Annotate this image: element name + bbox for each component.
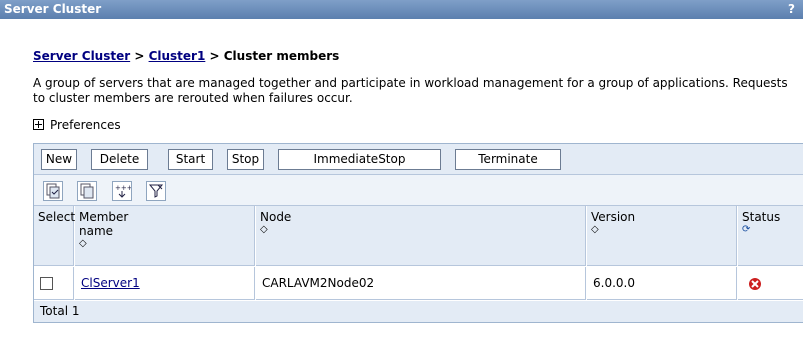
version-cell: 6.0.0.0	[587, 267, 737, 300]
svg-text:+++: +++	[115, 184, 131, 192]
help-icon[interactable]: ?	[788, 0, 795, 19]
member-name-cell: ClServer1	[75, 267, 255, 300]
column-header-select: Select	[34, 206, 75, 266]
breadcrumb-link-cluster1[interactable]: Cluster1	[149, 49, 206, 63]
column-header-status: Status ⟳	[738, 206, 803, 266]
sort-icon[interactable]: ◇	[79, 238, 250, 250]
sort-icon[interactable]: ◇	[260, 224, 581, 236]
row-select-checkbox[interactable]	[40, 277, 53, 290]
action-toolbar: New Delete Start Stop ImmediateStop Term…	[34, 144, 803, 175]
breadcrumb-current: Cluster members	[223, 49, 340, 63]
node-cell: CARLAVM2Node02	[256, 267, 586, 300]
status-header-label: Status	[742, 210, 781, 224]
breadcrumb-separator: >	[130, 49, 149, 63]
refresh-status-icon[interactable]: ⟳	[742, 224, 800, 236]
breadcrumb-link-server-cluster[interactable]: Server Cluster	[33, 49, 130, 63]
show-filter-icon[interactable]: +++	[112, 181, 133, 201]
version-header-label: Version	[591, 210, 636, 224]
column-header-node[interactable]: Node ◇	[256, 206, 586, 266]
stop-button[interactable]: Stop	[227, 149, 264, 170]
breadcrumb-separator: >	[205, 49, 224, 63]
expand-icon[interactable]	[33, 119, 44, 130]
delete-button[interactable]: Delete	[91, 149, 148, 170]
node-header-label: Node	[260, 210, 292, 224]
deselect-all-icon[interactable]	[77, 181, 97, 201]
status-cell	[738, 267, 803, 300]
member-link[interactable]: ClServer1	[81, 276, 140, 290]
column-header-member-name[interactable]: Member name ◇	[75, 206, 255, 266]
page-description: A group of servers that are managed toge…	[33, 76, 788, 105]
select-all-icon[interactable]	[43, 181, 63, 201]
table-icon-bar: +++	[34, 175, 803, 206]
table-row	[34, 267, 74, 300]
window-title-bar: Server Cluster ?	[0, 0, 803, 19]
window-title: Server Cluster	[4, 2, 102, 16]
preferences-toggle[interactable]: Preferences	[33, 118, 121, 132]
start-button[interactable]: Start	[168, 149, 213, 170]
new-button[interactable]: New	[41, 149, 77, 170]
immediate-stop-button[interactable]: ImmediateStop	[278, 149, 441, 170]
total-count: Total 1	[34, 301, 803, 322]
breadcrumb: Server Cluster > Cluster1 > Cluster memb…	[33, 49, 339, 63]
preferences-label: Preferences	[50, 118, 121, 132]
sort-icon[interactable]: ◇	[591, 224, 732, 236]
member-name-header-label: Member name	[79, 210, 129, 238]
column-header-version[interactable]: Version ◇	[587, 206, 737, 266]
terminate-button[interactable]: Terminate	[455, 149, 561, 170]
stopped-status-icon	[749, 277, 761, 290]
clear-filter-icon[interactable]	[146, 181, 166, 201]
cluster-members-panel: New Delete Start Stop ImmediateStop Term…	[33, 143, 803, 323]
